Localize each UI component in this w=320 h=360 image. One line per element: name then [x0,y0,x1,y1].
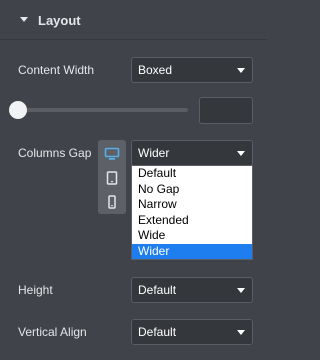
content-width-value: Boxed [138,63,173,77]
width-slider-handle[interactable] [9,101,27,119]
vertical-align-label: Vertical Align [18,325,87,339]
mobile-icon [108,195,116,209]
vertical-align-value: Default [138,325,177,339]
device-desktop-button[interactable] [98,142,126,166]
width-number-input[interactable] [199,97,253,124]
columns-gap-select[interactable]: Wider [131,140,253,166]
device-mobile-button[interactable] [98,190,126,214]
content-width-label: Content Width [18,63,95,77]
option-wider[interactable]: Wider [132,243,252,259]
height-select[interactable]: Default [131,277,253,303]
width-slider-track[interactable] [18,108,188,112]
option-narrow[interactable]: Narrow [132,197,252,213]
columns-gap-dropdown-list[interactable]: Default No Gap Narrow Extended Wide Wide… [131,165,253,260]
columns-gap-value: Wider [138,146,170,160]
columns-gap-label: Columns Gap [18,146,92,160]
desktop-icon [104,147,120,160]
option-no-gap[interactable]: No Gap [132,182,252,198]
option-extended[interactable]: Extended [132,213,252,229]
tablet-icon [106,171,118,185]
section-title: Layout [38,13,81,28]
section-header-layout[interactable]: Layout [0,0,267,40]
height-value: Default [138,283,177,297]
vertical-align-select[interactable]: Default [131,319,253,345]
chevron-down-icon [237,330,245,335]
option-wide[interactable]: Wide [132,228,252,244]
device-switcher [98,140,126,214]
chevron-down-icon [237,68,245,73]
chevron-down-icon [237,288,245,293]
chevron-down-icon [237,151,245,156]
caret-down-icon [20,17,28,22]
content-width-select[interactable]: Boxed [131,57,253,83]
height-label: Height [18,283,53,297]
device-tablet-button[interactable] [98,166,126,190]
option-default[interactable]: Default [132,166,252,182]
